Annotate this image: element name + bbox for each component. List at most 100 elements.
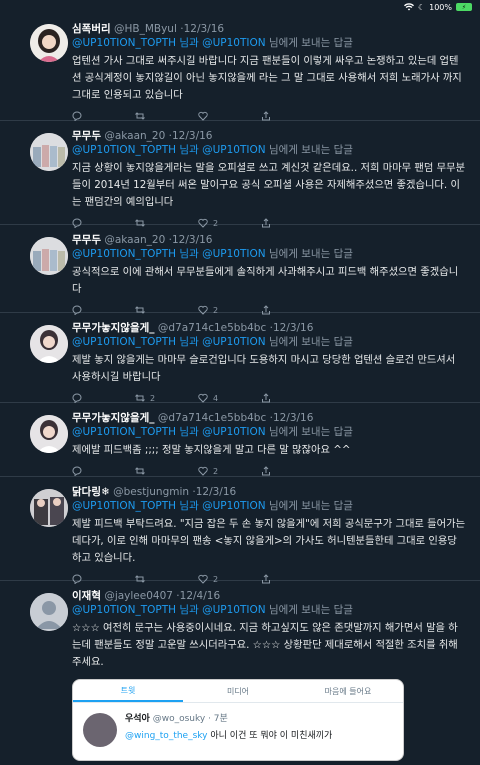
heart-icon (198, 393, 208, 403)
tweet-date[interactable]: 12/3/16 (184, 23, 224, 35)
embed-tab-media: 미디어 (226, 686, 250, 696)
author-name[interactable]: 무무두 (72, 130, 101, 142)
mention-link[interactable]: @UP10TION_TOPTH (72, 336, 176, 348)
author-handle[interactable]: @bestjungmin (113, 486, 189, 498)
tweet-header: 이재혁 @jaylee0407 ·12/4/16 (72, 589, 466, 603)
avatar[interactable] (30, 489, 68, 527)
mention-link[interactable]: @UP10TION (202, 37, 266, 49)
embed-text: 아니 이건 또 뭐야 이 미친새끼가 (210, 731, 333, 741)
retweet-count: 2 (150, 393, 156, 403)
tweet-date[interactable]: 12/3/16 (196, 486, 236, 498)
share-button[interactable] (261, 111, 324, 121)
mention-link[interactable]: @UP10TION_TOPTH (72, 248, 176, 260)
reply-tweet[interactable]: 닭다링❄ @bestjungmin ·12/3/16 @UP10TION_TOP… (0, 477, 480, 584)
mention-link[interactable]: @UP10TION_TOPTH (72, 144, 176, 156)
share-button[interactable] (261, 466, 324, 476)
mention-link[interactable]: @UP10TION (202, 144, 266, 156)
tweet-header: 무무가놓지않을게_ @d7a714c1e5bb4bc ·12/3/16 (72, 321, 466, 335)
embed-tweet: 우석아 @wo_osuky · 7분 @wing_to_the_sky 아니 이… (73, 703, 403, 747)
embedded-screenshot[interactable]: 트윗 미디어 마음에 들어요 우석아 @wo_osuky · 7분 @wing_… (72, 679, 404, 761)
conjunction: 님과 (179, 336, 199, 348)
reply-button[interactable] (72, 466, 135, 476)
wifi-icon (403, 3, 414, 11)
retweet-button[interactable] (135, 111, 198, 121)
author-name[interactable]: 무무가놓지않을게_ (72, 322, 155, 334)
reply-tweet[interactable]: 무무두 @akaan_20 ·12/3/16 @UP10TION_TOPTH 님… (0, 121, 480, 228)
tweet-text: 제발 피드백 부탁드려요. "지금 잡은 두 손 놓지 않을게"에 저희 공식문… (72, 518, 466, 564)
like-count: 4 (213, 393, 219, 403)
like-button[interactable]: 2 (198, 466, 261, 476)
mention-link[interactable]: @UP10TION (202, 248, 266, 260)
conjunction: 님과 (179, 426, 199, 438)
author-name[interactable]: 무무두 (72, 234, 101, 246)
like-button[interactable]: 4 (198, 393, 261, 403)
embed-mention: @wing_to_the_sky (125, 731, 208, 741)
tweet-text: 제에발 피드백좀 ;;;; 정말 놓지않을게 말고 다른 말 많잖아요 ^^ (72, 444, 351, 456)
share-icon (262, 111, 270, 121)
reply-button[interactable] (72, 393, 135, 403)
retweet-icon (135, 112, 145, 120)
tweet-header: 닭다링❄ @bestjungmin ·12/3/16 (72, 485, 466, 499)
reply-suffix: 님에게 보내는 답글 (268, 336, 353, 348)
reply-button[interactable] (72, 111, 135, 121)
author-name[interactable]: 무무가놓지않을게_ (72, 412, 155, 424)
conjunction: 님과 (179, 500, 199, 512)
battery-percent: 100% (429, 2, 452, 12)
moon-icon: ☾ (417, 2, 426, 12)
mention-link[interactable]: @UP10TION_TOPTH (72, 604, 176, 616)
reply-tweet[interactable]: 무무가놓지않을게_ @d7a714c1e5bb4bc ·12/3/16 @UP1… (0, 403, 480, 477)
tweet-date[interactable]: 12/4/16 (180, 590, 220, 602)
battery-icon: ⚡ (456, 3, 472, 11)
like-button[interactable] (198, 111, 261, 121)
tweet-date[interactable]: 12/3/16 (273, 322, 313, 334)
embed-time: · 7분 (208, 714, 228, 724)
author-handle[interactable]: @akaan_20 (104, 130, 165, 142)
reply-tweet[interactable]: 무무가놓지않을게_ @d7a714c1e5bb4bc ·12/3/16 @UP1… (0, 313, 480, 403)
avatar[interactable] (30, 325, 68, 363)
mention-link[interactable]: @UP10TION_TOPTH (72, 37, 176, 49)
reply-tweet[interactable]: 무무두 @akaan_20 ·12/3/16 @UP10TION_TOPTH 님… (0, 225, 480, 315)
retweet-button[interactable]: 2 (135, 393, 198, 403)
share-icon (262, 393, 270, 403)
conjunction: 님과 (179, 37, 199, 49)
author-handle[interactable]: @HB_MByul (114, 23, 177, 35)
author-name[interactable]: 심폭버리 (72, 23, 111, 35)
avatar[interactable] (30, 237, 68, 275)
retweet-button[interactable] (135, 466, 198, 476)
author-handle[interactable]: @jaylee0407 (104, 590, 173, 602)
mention-link[interactable]: @UP10TION (202, 426, 266, 438)
reply-tweet[interactable]: 심폭버리 @HB_MByul ·12/3/16 @UP10TION_TOPTH … (0, 14, 480, 121)
reply-context: @UP10TION_TOPTH 님과 @UP10TION 님에게 보내는 답글 (72, 335, 466, 350)
share-icon (262, 466, 270, 476)
reply-icon (72, 393, 82, 403)
mention-link[interactable]: @UP10TION (202, 336, 266, 348)
share-button[interactable] (261, 393, 324, 403)
tweet-date[interactable]: 12/3/16 (273, 412, 313, 424)
mention-link[interactable]: @UP10TION_TOPTH (72, 426, 176, 438)
reply-suffix: 님에게 보내는 답글 (268, 37, 353, 49)
reply-suffix: 님에게 보내는 답글 (268, 604, 353, 616)
reply-icon (72, 466, 82, 476)
author-name[interactable]: 닭다링❄ (72, 486, 110, 498)
mention-link[interactable]: @UP10TION (202, 500, 266, 512)
avatar[interactable] (30, 24, 68, 62)
reply-tweet[interactable]: 이재혁 @jaylee0407 ·12/4/16 @UP10TION_TOPTH… (0, 581, 480, 765)
embed-user-name: 우석아 (125, 714, 150, 724)
mention-link[interactable]: @UP10TION (202, 604, 266, 616)
author-handle[interactable]: @d7a714c1e5bb4bc (158, 412, 266, 424)
like-count: 2 (213, 466, 219, 476)
reply-suffix: 님에게 보내는 답글 (268, 144, 353, 156)
avatar[interactable] (30, 133, 68, 171)
author-name[interactable]: 이재혁 (72, 590, 101, 602)
tweet-text: 업텐션 가사 그대로 써주시길 바랍니다 지금 팬분들이 이렇게 싸우고 논쟁하… (72, 55, 462, 101)
tweet-date[interactable]: 12/3/16 (172, 130, 212, 142)
embed-tabs: 트윗 미디어 마음에 들어요 (73, 680, 403, 703)
author-handle[interactable]: @d7a714c1e5bb4bc (158, 322, 266, 334)
reply-context: @UP10TION_TOPTH 님과 @UP10TION 님에게 보내는 답글 (72, 425, 466, 440)
embed-tab-tweets: 트윗 (73, 680, 183, 702)
mention-link[interactable]: @UP10TION_TOPTH (72, 500, 176, 512)
author-handle[interactable]: @akaan_20 (104, 234, 165, 246)
avatar[interactable] (30, 415, 68, 453)
tweet-date[interactable]: 12/3/16 (172, 234, 212, 246)
avatar[interactable] (30, 593, 68, 631)
